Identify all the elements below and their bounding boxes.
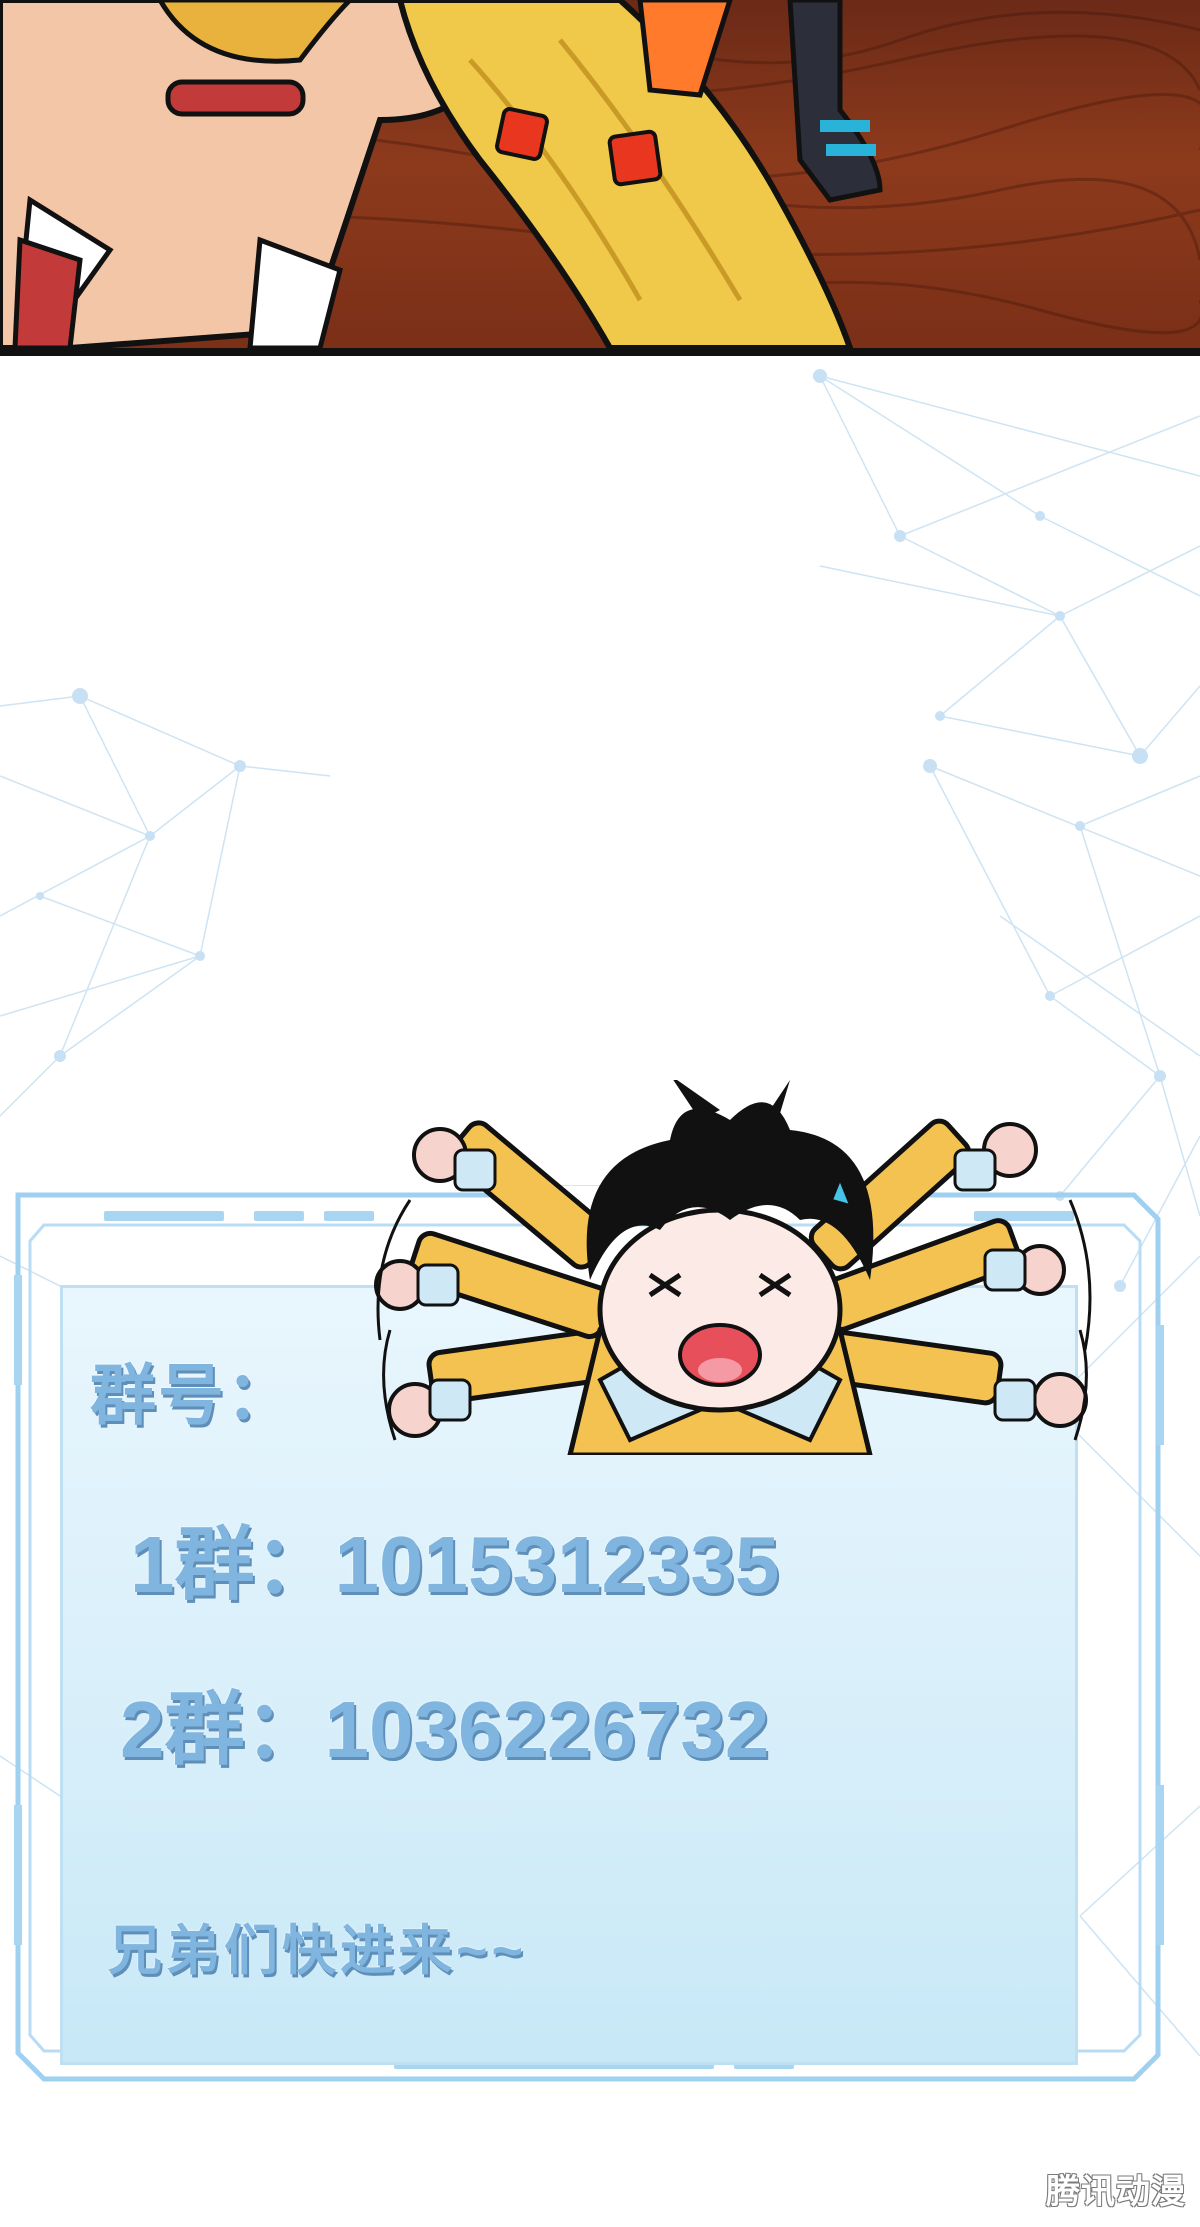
group-1-number: 1群：1015312335 <box>130 1520 780 1609</box>
mascot-illustration <box>374 1080 1092 1455</box>
panel-border <box>0 348 1200 356</box>
group-number-heading: 群号： <box>90 1358 294 1432</box>
watermark-logo: 腾讯动漫 <box>1046 2173 1186 2211</box>
invite-text: 兄弟们快进来~~ <box>108 1921 528 1981</box>
group-2-number: 2群：1036226732 <box>120 1685 770 1774</box>
comic-panel-art <box>0 0 1200 351</box>
comic-panel <box>0 0 1200 356</box>
